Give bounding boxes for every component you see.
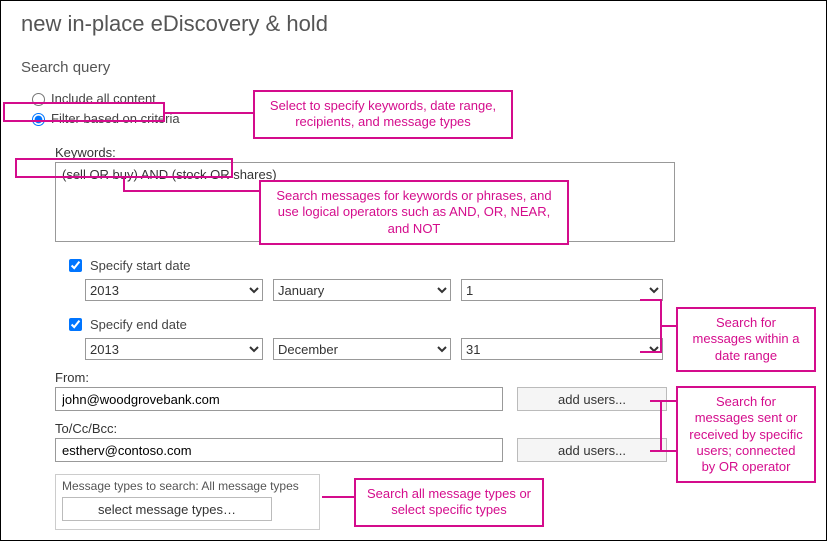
callout-users: Search for messages sent or received by … [676,386,816,483]
end-year-select[interactable]: 2013 [85,338,263,360]
select-message-types-button[interactable]: select message types… [62,497,272,521]
connector-filter [165,112,253,114]
end-day-select[interactable]: 31 [461,338,663,360]
radio-filter-label: Filter based on criteria [51,111,180,126]
radio-include-all-input[interactable] [32,93,45,106]
page-title: new in-place eDiscovery & hold [1,1,826,37]
connector-types [322,496,354,498]
connector-users-2 [662,450,676,452]
end-month-select[interactable]: December [273,338,451,360]
connector-dates-2 [640,351,662,353]
specify-start-date[interactable]: Specify start date [65,256,806,275]
connector-dates-out [662,325,676,327]
connector-keywords-h [123,190,259,192]
end-date-label: Specify end date [90,317,187,332]
end-date-checkbox[interactable] [69,318,82,331]
callout-keywords: Search messages for keywords or phrases,… [259,180,569,245]
connector-users-v [660,400,662,452]
connector-users-1b [650,400,662,402]
start-date-row: 2013 January 1 [85,279,806,301]
callout-dates: Search for messages within a date range [676,307,816,372]
to-input[interactable] [55,438,503,462]
radio-include-all-label: Include all content [51,91,156,106]
start-date-label: Specify start date [90,258,190,273]
start-date-checkbox[interactable] [69,259,82,272]
from-label: From: [55,370,806,385]
callout-filter: Select to specify keywords, date range, … [253,90,513,139]
message-types-block: Message types to search: All message typ… [55,474,320,530]
start-day-select[interactable]: 1 [461,279,663,301]
connector-users-1 [662,400,676,402]
connector-dates-1 [640,299,662,301]
callout-types: Search all message types or select speci… [354,478,544,527]
start-year-select[interactable]: 2013 [85,279,263,301]
from-input[interactable] [55,387,503,411]
start-month-select[interactable]: January [273,279,451,301]
message-types-label: Message types to search: All message typ… [62,479,313,493]
keywords-value: (sell OR buy) AND (stock OR shares) [62,167,277,182]
keywords-label: Keywords: [55,145,806,160]
to-add-users-button[interactable]: add users... [517,438,667,462]
connector-users-2b [650,450,662,452]
section-title: Search query [1,37,826,76]
from-add-users-button[interactable]: add users... [517,387,667,411]
radio-filter-input[interactable] [32,113,45,126]
